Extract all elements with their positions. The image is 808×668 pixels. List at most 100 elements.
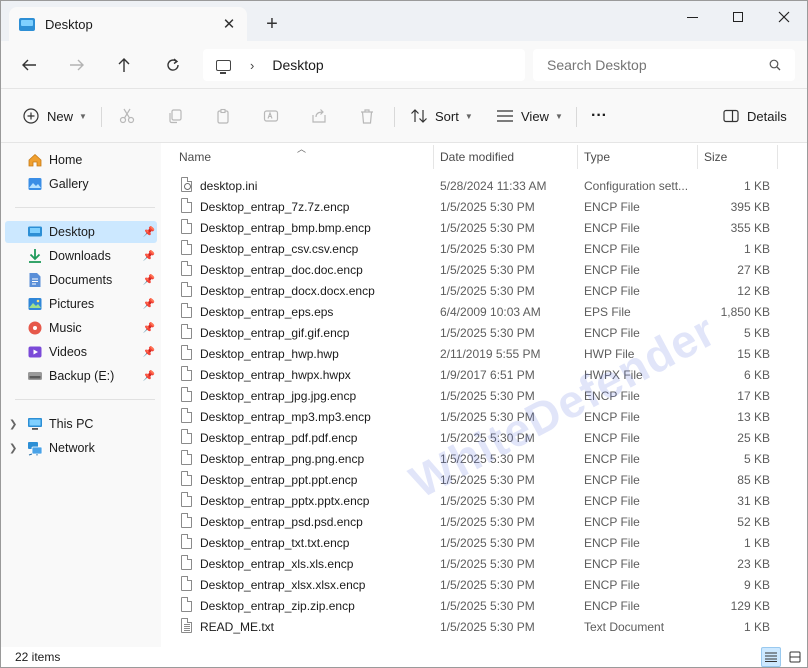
sidebar-item-downloads[interactable]: Downloads 📌 [5,245,157,267]
share-button[interactable] [309,101,329,131]
pin-icon[interactable]: 📌 [143,371,155,382]
search-box[interactable] [533,49,795,81]
pin-icon[interactable]: 📌 [143,227,155,238]
pin-icon[interactable]: 📌 [143,323,155,334]
new-button[interactable]: New ▼ [21,101,87,131]
column-header-label: Date modified [440,150,515,164]
file-row[interactable]: Desktop_entrap_png.png.encp 1/5/2025 5:30… [161,448,807,469]
sidebar-item-videos[interactable]: Videos 📌 [5,341,157,363]
file-name: Desktop_entrap_gif.gif.encp [200,326,350,340]
back-button[interactable] [14,51,44,79]
pin-icon[interactable]: 📌 [143,299,155,310]
details-pane-button[interactable]: Details [721,101,787,131]
chevron-right-icon[interactable]: ❯ [9,443,17,454]
sidebar-item-desktop[interactable]: Desktop 📌 [5,221,157,243]
file-type: HWPX File [584,368,643,382]
sidebar-item-music[interactable]: Music 📌 [5,317,157,339]
file-name: Desktop_entrap_pdf.pdf.encp [200,431,358,445]
file-row[interactable]: Desktop_entrap_xls.xls.encp 1/5/2025 5:30… [161,553,807,574]
file-row[interactable]: Desktop_entrap_7z.7z.encp 1/5/2025 5:30 P… [161,196,807,217]
column-header-date[interactable]: Date modified [440,143,576,171]
maximize-button[interactable] [715,1,761,33]
file-row[interactable]: Desktop_entrap_xlsx.xlsx.encp 1/5/2025 5:… [161,574,807,595]
arrow-right-icon [70,59,84,71]
file-size: 1 KB [743,536,770,550]
file-row[interactable]: Desktop_entrap_mp3.mp3.encp 1/5/2025 5:30… [161,406,807,427]
sidebar-item-label: This PC [49,417,94,431]
navigation-pane: Home Gallery Desktop 📌 Downloads 📌 Docum… [1,143,161,647]
column-divider[interactable] [697,145,698,169]
column-divider[interactable] [433,145,434,169]
file-row[interactable]: READ_ME.txt 1/5/2025 5:30 PM Text Document… [161,616,807,637]
up-button[interactable] [109,51,139,79]
file-row[interactable]: Desktop_entrap_pdf.pdf.encp 1/5/2025 5:30… [161,427,807,448]
file-row[interactable]: Desktop_entrap_txt.txt.encp 1/5/2025 5:30… [161,532,807,553]
sort-button[interactable]: Sort ▼ [409,101,473,131]
file-date-modified: 1/9/2017 6:51 PM [440,368,535,382]
search-input[interactable] [547,57,763,73]
address-box[interactable]: › Desktop [203,49,525,81]
sidebar-item-label: Pictures [49,297,95,311]
file-icon [181,555,193,571]
file-date-modified: 1/5/2025 5:30 PM [440,557,535,571]
desktop-folder-icon [19,17,35,31]
delete-button[interactable] [357,101,377,131]
tab-desktop[interactable]: Desktop ✕ [9,7,247,41]
file-row[interactable]: Desktop_entrap_pptx.pptx.encp 1/5/2025 5:… [161,490,807,511]
sidebar-item-home[interactable]: Home [5,149,157,171]
tab-close-button[interactable]: ✕ [215,10,243,38]
rename-button[interactable] [261,101,281,131]
gallery-icon [27,176,43,192]
file-row[interactable]: Desktop_entrap_psd.psd.encp 1/5/2025 5:30… [161,511,807,532]
tiles-view-button[interactable] [785,647,805,667]
column-divider[interactable] [777,145,778,169]
file-row[interactable]: Desktop_entrap_ppt.ppt.encp 1/5/2025 5:30… [161,469,807,490]
file-row[interactable]: Desktop_entrap_eps.eps 6/4/2009 10:03 AM E… [161,301,807,322]
pin-icon[interactable]: 📌 [143,251,155,262]
chevron-right-icon[interactable]: ❯ [9,419,17,430]
forward-button[interactable] [62,51,92,79]
file-icon [181,408,193,424]
file-type: ENCP File [584,599,640,613]
sidebar-item-backup-drive[interactable]: Backup (E:) 📌 [5,365,157,387]
file-name: Desktop_entrap_pptx.pptx.encp [200,494,370,508]
file-type: ENCP File [584,431,640,445]
breadcrumb-desktop[interactable]: Desktop [272,57,323,73]
column-divider[interactable] [577,145,578,169]
paste-button[interactable] [213,101,233,131]
sidebar-item-pictures[interactable]: Pictures 📌 [5,293,157,315]
view-button[interactable]: View ▼ [495,101,563,131]
refresh-button[interactable] [158,51,188,79]
file-row[interactable]: Desktop_entrap_doc.doc.encp 1/5/2025 5:30… [161,259,807,280]
pin-icon[interactable]: 📌 [143,275,155,286]
minimize-button[interactable] [669,1,715,33]
cut-button[interactable] [117,101,137,131]
file-row[interactable]: Desktop_entrap_hwpx.hwpx 1/9/2017 6:51 PM… [161,364,807,385]
file-row[interactable]: Desktop_entrap_docx.docx.encp 1/5/2025 5:… [161,280,807,301]
file-row[interactable]: Desktop_entrap_csv.csv.encp 1/5/2025 5:30… [161,238,807,259]
file-row[interactable]: Desktop_entrap_jpg.jpg.encp 1/5/2025 5:30… [161,385,807,406]
sidebar-item-gallery[interactable]: Gallery [5,173,157,195]
file-icon [181,534,193,550]
file-row[interactable]: Desktop_entrap_gif.gif.encp 1/5/2025 5:30… [161,322,807,343]
file-row[interactable]: Desktop_entrap_bmp.bmp.encp 1/5/2025 5:30… [161,217,807,238]
details-view-button[interactable] [761,647,781,667]
file-row[interactable]: Desktop_entrap_zip.zip.encp 1/5/2025 5:30… [161,595,807,616]
new-tab-button[interactable]: + [257,11,287,37]
sidebar-item-documents[interactable]: Documents 📌 [5,269,157,291]
pin-icon[interactable]: 📌 [143,347,155,358]
column-header-size[interactable]: Size [704,143,776,171]
copy-button[interactable] [165,101,185,131]
file-name: Desktop_entrap_xls.xls.encp [200,557,354,571]
more-options-button[interactable]: ··· [591,101,607,131]
close-window-button[interactable] [761,1,807,33]
file-icon [181,303,193,319]
file-row[interactable]: Desktop_entrap_hwp.hwp 2/11/2019 5:55 PM H… [161,343,807,364]
file-row[interactable]: desktop.ini 5/28/2024 11:33 AM Configurati… [161,175,807,196]
column-header-type[interactable]: Type [584,143,696,171]
sidebar-item-network[interactable]: ❯ Network [5,437,157,459]
sidebar-item-this-pc[interactable]: ❯ This PC [5,413,157,435]
more-icon: ··· [591,107,607,124]
file-name: Desktop_entrap_png.png.encp [200,452,365,466]
column-header-name[interactable]: Name [179,143,432,171]
